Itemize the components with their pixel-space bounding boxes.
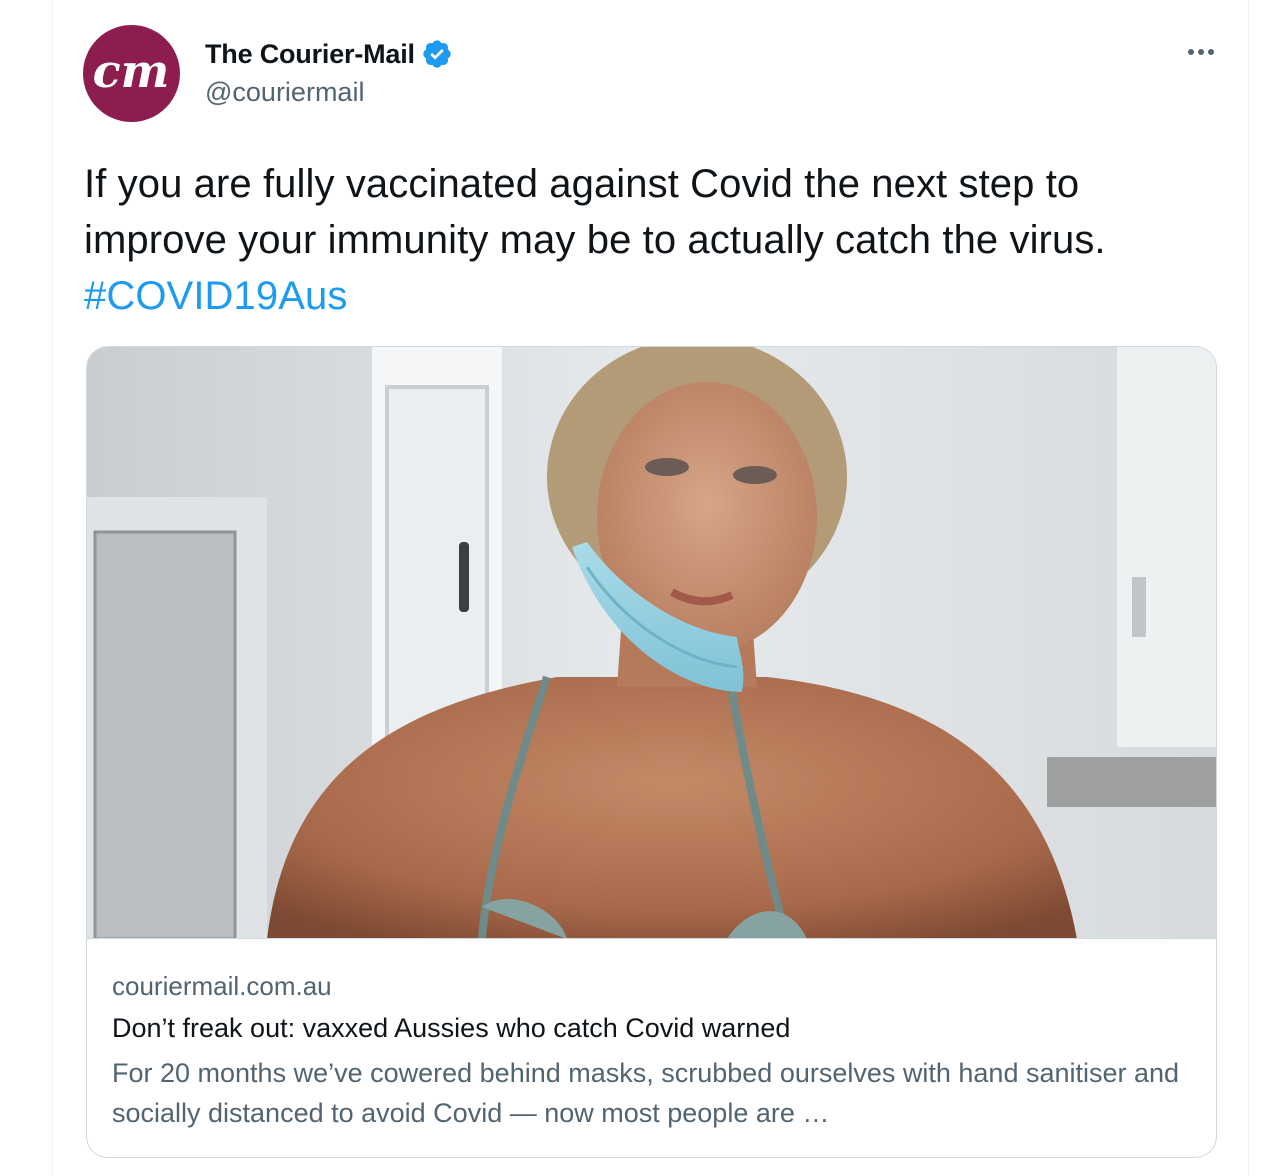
more-horizontal-icon — [1188, 49, 1194, 55]
link-preview-card[interactable]: couriermail.com.au Don’t freak out: vaxx… — [86, 346, 1217, 1158]
handle[interactable]: @couriermail — [205, 77, 364, 108]
verified-badge-icon — [423, 40, 451, 68]
avatar[interactable]: cm — [83, 25, 180, 122]
tweet-body: If you are fully vaccinated against Covi… — [84, 162, 1106, 262]
courier-mail-logo: cm — [93, 44, 170, 98]
card-image — [87, 347, 1216, 939]
article-photo — [87, 347, 1216, 938]
svg-text:cm: cm — [93, 44, 170, 98]
card-title: Don’t freak out: vaxxed Aussies who catc… — [112, 1013, 791, 1043]
tweet-text: If you are fully vaccinated against Covi… — [84, 156, 1224, 324]
author-name-row: The Courier-Mail — [205, 34, 453, 74]
more-options-button[interactable] — [1179, 36, 1223, 68]
display-name[interactable]: The Courier-Mail — [205, 39, 415, 70]
hashtag-link[interactable]: #COVID19Aus — [84, 274, 347, 318]
card-domain: couriermail.com.au — [112, 971, 332, 1001]
tweet: cm The Courier-Mail @couriermail If you … — [52, 0, 1249, 1176]
card-description: For 20 months we’ve cowered behind masks… — [112, 1058, 1180, 1128]
